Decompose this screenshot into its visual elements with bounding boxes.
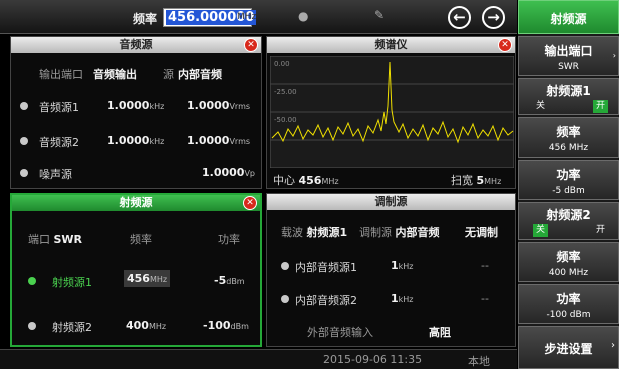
rf-source1-power[interactable]: -5dBm (214, 274, 245, 287)
mod-audio1-name[interactable]: 内部音频源1 (295, 259, 357, 275)
audio-source1-freq[interactable]: 1.0000kHz (107, 99, 164, 112)
audio-source2-amp[interactable]: 1.0000Vrms (187, 134, 250, 147)
rf-source2-on-toggle[interactable]: 开 (593, 224, 608, 237)
lock-icon[interactable]: ● (298, 9, 308, 23)
back-arrow-icon[interactable]: ← (448, 6, 471, 29)
forward-arrow-icon[interactable]: → (482, 6, 505, 29)
rf-power-column-header: 功率 (218, 233, 240, 246)
spectrum-ref-level-2: -50.00 (274, 116, 297, 124)
rf-source2-off-toggle[interactable]: 关 (533, 224, 549, 237)
mod-audio1-indicator (281, 262, 289, 270)
chevron-right-icon: › (611, 340, 615, 351)
top-toolbar: 频率 456.000000 MHz ● ✎ ← → (0, 0, 517, 34)
mod-carrier[interactable]: 载波 射频源1 (281, 224, 347, 240)
audio-source1-amp[interactable]: 1.0000Vrms (187, 99, 250, 112)
modulation-panel-title: 调制源 (267, 194, 515, 210)
softkey-header: 射频源 (518, 0, 619, 34)
audio-source2-freq[interactable]: 1.0000kHz (107, 134, 164, 147)
rf-source1-indicator (28, 277, 36, 285)
mod-audio2-freq[interactable]: 1kHz (391, 292, 414, 305)
rf-source1-on-toggle[interactable]: 开 (593, 100, 609, 113)
spectrum-ref-level-0: 0.00 (274, 60, 290, 68)
rf-source1-name[interactable]: 射频源1 (52, 274, 92, 290)
rf-port[interactable]: 端口 SWR (28, 231, 82, 247)
ext-audio-input-value[interactable]: 高阻 (429, 324, 451, 340)
mod-audio1-extra: -- (481, 259, 489, 272)
softkey-sidebar: 射频源 输出端口 SWR › 射频源1 关 开 频率 456 MHz 功率 -5 dB… (518, 0, 619, 369)
mod-source[interactable]: 调制源 内部音频 (359, 224, 440, 240)
spectrum-ref-level-1: -25.00 (274, 88, 297, 96)
rf-source-panel: 射频源 ✕ 端口 SWR 频率 功率 射频源1 456MHz -5dBm 射频源… (10, 193, 262, 347)
rf-source1-off-toggle[interactable]: 关 (533, 100, 548, 113)
softkey-freq1[interactable]: 频率 456 MHz (518, 117, 619, 158)
ext-audio-input-label: 外部音频输入 (307, 326, 373, 339)
audio-source1-name[interactable]: 音频源1 (39, 99, 79, 115)
softkey-power1[interactable]: 功率 -5 dBm (518, 160, 619, 200)
signal-generator-app: 频率 456.000000 MHz ● ✎ ← → 音频源 ✕ 输出端口 音频输… (0, 0, 619, 369)
source-value[interactable]: 内部音频 (178, 66, 222, 82)
source-label: 源 (163, 68, 174, 81)
rf-source1-freq[interactable]: 456MHz (124, 270, 171, 287)
status-datetime: 2015-09-06 11:35 (323, 353, 423, 366)
spectrum-center[interactable]: 中心 456MHz (273, 172, 339, 188)
audio-source2-indicator (20, 137, 28, 145)
mod-mode[interactable]: 无调制 (465, 224, 498, 240)
frequency-label: 频率 (133, 12, 158, 26)
softkey-rf-source2[interactable]: 射频源2 关 开 (518, 202, 619, 240)
rf-freq-column-header: 频率 (130, 233, 152, 246)
spectrum-plot: 0.00 -25.00 -50.00 (270, 56, 514, 168)
status-bar: 2015-09-06 11:35 本地 (0, 349, 517, 369)
noise-source-amp[interactable]: 1.0000Vp (202, 166, 255, 179)
rf-source2-indicator (28, 322, 36, 330)
audio-source1-indicator (20, 102, 28, 110)
softkey-power2[interactable]: 功率 -100 dBm (518, 284, 619, 324)
audio-panel-title: 音频源 (11, 37, 261, 53)
mod-audio1-freq[interactable]: 1kHz (391, 259, 414, 272)
mod-audio2-extra: -- (481, 292, 489, 305)
spectrum-panel-close-icon[interactable]: ✕ (498, 38, 512, 52)
frequency-input[interactable]: 456.000000 MHz (163, 8, 257, 27)
output-port-label: 输出端口 (39, 68, 83, 81)
mod-audio2-indicator (281, 295, 289, 303)
spectrum-analyzer-panel: 频谱仪 ✕ 0.00 -25.00 -50.00 中心 456MHz 扫宽 5M… (266, 36, 516, 189)
audio-panel-close-icon[interactable]: ✕ (244, 38, 258, 52)
rf-source2-freq[interactable]: 400MHz (126, 319, 166, 332)
noise-source-indicator (20, 169, 28, 177)
rf-source2-name[interactable]: 射频源2 (52, 319, 92, 335)
frequency-unit: MHz (237, 12, 257, 22)
softkey-rf-source1[interactable]: 射频源1 关 开 (518, 78, 619, 115)
spectrum-panel-title: 频谱仪 (267, 37, 515, 53)
status-mode: 本地 (468, 355, 490, 368)
rf-panel-title: 射频源 (12, 195, 260, 211)
rf-source2-power[interactable]: -100dBm (203, 319, 249, 332)
softkey-freq2[interactable]: 频率 400 MHz (518, 242, 619, 282)
modulation-panel: 调制源 载波 射频源1 调制源 内部音频 无调制 内部音频源1 1kHz -- … (266, 193, 516, 347)
rf-panel-close-icon[interactable]: ✕ (243, 196, 257, 210)
audio-source-panel: 音频源 ✕ 输出端口 音频输出 源 内部音频 音频源1 1.0000kHz 1.… (10, 36, 262, 189)
noise-source-name[interactable]: 噪声源 (39, 166, 72, 182)
output-port-value[interactable]: 音频输出 (93, 66, 137, 82)
spectrum-span[interactable]: 扫宽 5MHz (451, 172, 501, 188)
softkey-step-settings[interactable]: 步进设置 › (518, 326, 619, 369)
audio-source2-name[interactable]: 音频源2 (39, 134, 79, 150)
mod-audio2-name[interactable]: 内部音频源2 (295, 292, 357, 308)
chevron-right-icon: › (612, 51, 616, 60)
pen-icon[interactable]: ✎ (374, 8, 384, 22)
softkey-output-port[interactable]: 输出端口 SWR › (518, 36, 619, 76)
